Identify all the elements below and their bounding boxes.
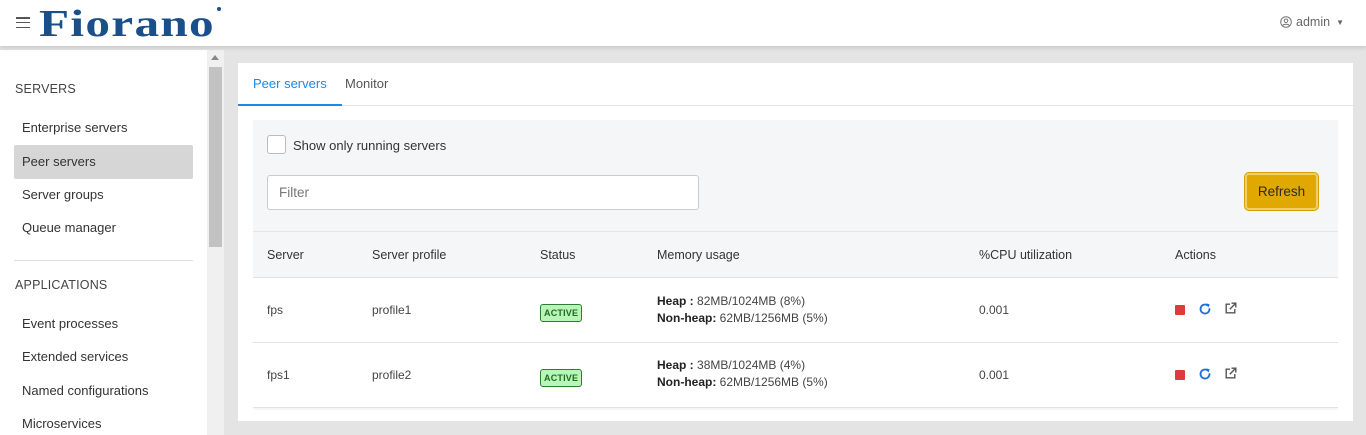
peer-servers-panel: Show only running servers Refresh Server… <box>253 120 1338 410</box>
heap-value: 38MB/1024MB (4%) <box>697 358 806 372</box>
server-name: fps <box>267 303 284 317</box>
user-avatar-icon <box>1280 16 1292 28</box>
column-header-memory-usage[interactable]: Memory usage <box>657 248 740 262</box>
tab-bar: Peer servers Monitor <box>238 63 1353 106</box>
show-running-label[interactable]: Show only running servers <box>293 138 446 153</box>
table-row[interactable]: fps profile1 ACTIVE Heap : 82MB/1024MB (… <box>253 278 1338 343</box>
column-header-server[interactable]: Server <box>267 248 304 262</box>
cpu-utilization: 0.001 <box>979 303 1010 317</box>
stop-icon[interactable] <box>1175 305 1185 315</box>
hamburger-menu-icon[interactable] <box>16 17 30 29</box>
tab-peer-servers[interactable]: Peer servers <box>238 63 342 106</box>
nonheap-label: Non-heap: <box>657 311 717 325</box>
table-row[interactable]: fps1 profile2 ACTIVE Heap : 38MB/1024MB … <box>253 343 1338 408</box>
sidebar-divider <box>14 260 193 261</box>
refresh-button[interactable]: Refresh <box>1245 173 1318 210</box>
column-header-status[interactable]: Status <box>540 248 575 262</box>
main-panel: Peer servers Monitor Show only running s… <box>238 63 1353 421</box>
server-profile: profile2 <box>372 368 412 382</box>
top-bar: Fiorano admin ▼ <box>0 0 1366 46</box>
user-menu[interactable]: admin ▼ <box>1280 15 1344 29</box>
sidebar-item-named-configurations[interactable]: Named configurations <box>14 374 193 408</box>
show-running-checkbox[interactable] <box>267 135 286 154</box>
sidebar-heading-servers: SERVERS <box>15 82 76 96</box>
scroll-up-arrow-icon[interactable] <box>211 55 219 60</box>
column-header-cpu-utilization[interactable]: %CPU utilization <box>979 248 1072 262</box>
stop-icon[interactable] <box>1175 370 1185 380</box>
server-profile: profile1 <box>372 303 412 317</box>
user-name: admin <box>1296 15 1331 29</box>
nonheap-label: Non-heap: <box>657 375 717 389</box>
sidebar-item-queue-manager[interactable]: Queue manager <box>14 211 193 245</box>
external-link-icon[interactable] <box>1224 367 1237 380</box>
nonheap-value: 62MB/1256MB (5%) <box>719 375 828 389</box>
cpu-utilization: 0.001 <box>979 368 1010 382</box>
sidebar-scrollbar[interactable] <box>207 50 224 435</box>
heap-label: Heap : <box>657 358 694 372</box>
sidebar: SERVERS Enterprise servers Peer servers … <box>0 50 207 435</box>
server-name: fps1 <box>267 368 290 382</box>
table-header: Server Server profile Status Memory usag… <box>253 231 1338 278</box>
heap-label: Heap : <box>657 294 694 308</box>
sidebar-item-event-processes[interactable]: Event processes <box>14 307 193 341</box>
fiorano-logo[interactable]: Fiorano <box>39 5 223 39</box>
svg-text:Fiorano: Fiorano <box>39 5 215 39</box>
sidebar-item-server-groups[interactable]: Server groups <box>14 178 193 212</box>
chevron-down-icon: ▼ <box>1336 17 1344 27</box>
filter-input[interactable] <box>267 175 699 210</box>
restart-icon[interactable] <box>1198 367 1212 381</box>
sidebar-item-enterprise-servers[interactable]: Enterprise servers <box>14 111 193 145</box>
restart-icon[interactable] <box>1198 302 1212 316</box>
heap-value: 82MB/1024MB (8%) <box>697 294 806 308</box>
scrollbar-thumb[interactable] <box>209 67 222 247</box>
external-link-icon[interactable] <box>1224 302 1237 315</box>
sidebar-heading-applications: APPLICATIONS <box>15 278 108 292</box>
sidebar-item-microservices[interactable]: Microservices <box>14 407 193 435</box>
tab-monitor[interactable]: Monitor <box>330 63 403 106</box>
column-header-server-profile[interactable]: Server profile <box>372 248 446 262</box>
column-header-actions: Actions <box>1175 248 1216 262</box>
status-badge: ACTIVE <box>540 369 583 387</box>
memory-usage: Heap : 38MB/1024MB (4%) Non-heap: 62MB/1… <box>657 357 828 391</box>
nonheap-value: 62MB/1256MB (5%) <box>719 311 828 325</box>
status-badge: ACTIVE <box>540 304 583 322</box>
memory-usage: Heap : 82MB/1024MB (8%) Non-heap: 62MB/1… <box>657 293 828 327</box>
sidebar-item-extended-services[interactable]: Extended services <box>14 340 193 374</box>
sidebar-item-peer-servers[interactable]: Peer servers <box>14 145 193 179</box>
